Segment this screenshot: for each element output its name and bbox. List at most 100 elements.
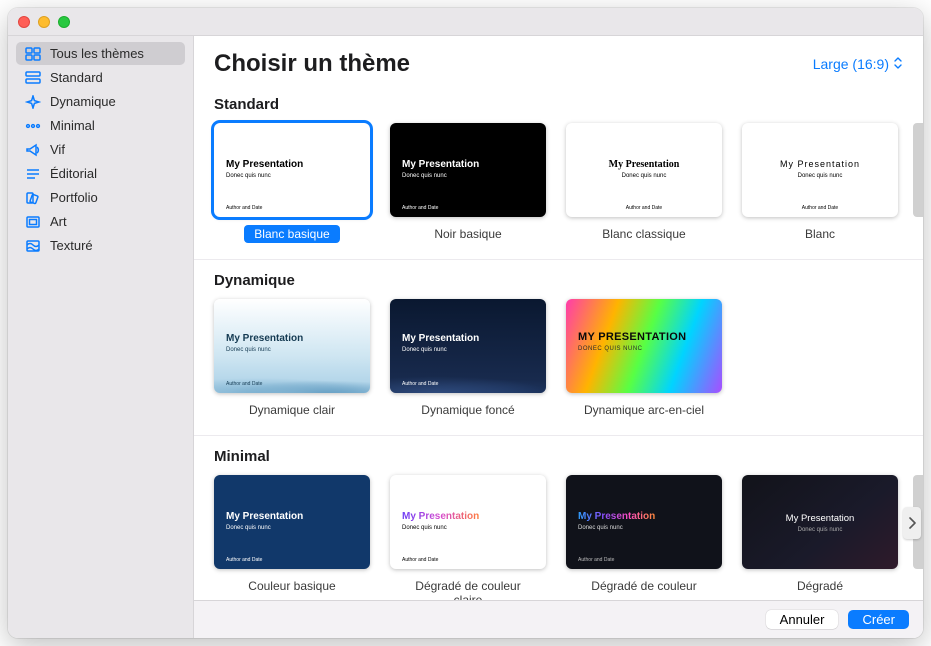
theme-thumbnail: My Presentation Donec quis nunc Author and… <box>390 299 546 393</box>
sidebar-item-label: Texturé <box>50 238 93 253</box>
thumb-subtitle: Donec quis nunc <box>226 347 271 353</box>
theme-caption: Blanc classique <box>592 225 695 243</box>
scroll-right-button[interactable] <box>903 507 921 539</box>
sidebar-item-label: Standard <box>50 70 103 85</box>
sidebar-item-tous-les-th-mes[interactable]: Tous les thèmes <box>16 42 185 65</box>
theme-thumbnail: My PresentationDonec quis nuncAuthor and… <box>566 123 722 217</box>
header: Choisir un thème Large (16:9) <box>194 36 923 84</box>
thumb-subtitle: Donec quis nunc <box>566 173 722 179</box>
chevron-right-icon <box>908 517 916 529</box>
theme-card[interactable]: My Presentation Donec quis nunc Dégradé <box>742 475 898 600</box>
theme-thumbnail: My Presentation Donec quis nunc Author and… <box>214 123 370 217</box>
thumb-footer: Author and Date <box>402 381 438 387</box>
thumb-footer: Author and Date <box>402 205 438 211</box>
thumb-title: My Presentation <box>402 511 479 522</box>
theme-card[interactable]: My Presentation Donec quis nunc Author and… <box>742 123 898 243</box>
sidebar-item-art[interactable]: Art <box>16 210 185 233</box>
sidebar-item--ditorial[interactable]: Éditorial <box>16 162 185 185</box>
thumb-title: My Presentation <box>578 511 655 522</box>
thumb-title: My Presentation <box>226 159 303 170</box>
titlebar[interactable] <box>8 8 923 36</box>
page-title: Choisir un thème <box>214 50 410 78</box>
section-divider <box>194 259 923 260</box>
theme-thumbnail: My Presentation Donec quis nunc <box>742 475 898 569</box>
theme-row: My Presentation Donec quis nunc Author and… <box>214 299 923 419</box>
thumb-subtitle: Donec quis nunc <box>742 173 898 179</box>
sidebar-item-vif[interactable]: Vif <box>16 138 185 161</box>
close-icon[interactable] <box>18 16 30 28</box>
sidebar-item-standard[interactable]: Standard <box>16 66 185 89</box>
section-title: Standard <box>214 96 923 113</box>
sidebar-item-textur-[interactable]: Texturé <box>16 234 185 257</box>
theme-caption: Couleur basique <box>238 577 345 595</box>
thumb-title: My Presentation <box>226 511 303 522</box>
theme-thumbnail: My Presentation Donec quis nunc Author and… <box>742 123 898 217</box>
theme-card[interactable]: My PresentationDonec quis nuncAuthor and… <box>566 475 722 600</box>
cancel-button[interactable]: Annuler <box>766 610 839 629</box>
theme-row: My Presentation Donec quis nunc Author and… <box>214 475 923 600</box>
thumb-title: My Presentation <box>402 159 479 170</box>
thumb-subtitle: Donec quis nunc <box>578 525 623 531</box>
theme-scroll-area[interactable]: Standard My Presentation Donec quis nunc Au… <box>194 84 923 600</box>
sparkle-icon <box>24 95 42 109</box>
sidebar-item-label: Tous les thèmes <box>50 46 144 61</box>
thumb-subtitle: Donec quis nunc <box>402 347 447 353</box>
theme-thumbnail: My Presentation Donec quis nunc Author and… <box>390 475 546 569</box>
partial-next-theme <box>913 123 923 217</box>
theme-card[interactable]: My Presentation Donec quis nunc Author and… <box>214 123 370 243</box>
theme-chooser-window: Tous les thèmes Standard Dynamique Minimal V… <box>8 8 923 638</box>
aspect-ratio-dropdown[interactable]: Large (16:9) <box>813 56 903 72</box>
sidebar-item-portfolio[interactable]: Portfolio <box>16 186 185 209</box>
theme-card[interactable]: My Presentation Donec quis nunc Author and… <box>390 475 546 600</box>
sidebar-item-minimal[interactable]: Minimal <box>16 114 185 137</box>
thumb-subtitle: DONEC QUIS NUNC <box>578 346 643 352</box>
sidebar-item-label: Éditorial <box>50 166 97 181</box>
theme-thumbnail: My PresentationDonec quis nuncAuthor and… <box>566 475 722 569</box>
theme-card[interactable]: My PresentationDonec quis nuncAuthor and… <box>566 123 722 243</box>
thumb-title: My Presentation <box>402 333 479 344</box>
theme-thumbnail: My PresentationDonec quis nuncAuthor and… <box>214 475 370 569</box>
thumb-footer: Author and Date <box>402 557 438 563</box>
thumb-subtitle: Donec quis nunc <box>402 525 447 531</box>
theme-caption: Dynamique arc-en-ciel <box>574 401 714 419</box>
thumb-title: My Presentation <box>226 333 303 344</box>
thumb-footer: Author and Date <box>742 205 898 211</box>
theme-thumbnail: My PresentationDonec quis nuncAuthor and… <box>214 299 370 393</box>
rows-icon <box>24 71 42 85</box>
sidebar-item-dynamique[interactable]: Dynamique <box>16 90 185 113</box>
theme-card[interactable]: MY PRESENTATION DONEC QUIS NUNC Dynamique … <box>566 299 722 419</box>
thumb-subtitle: Donec quis nunc <box>226 525 271 531</box>
theme-thumbnail: My Presentation Donec quis nunc Author and… <box>390 123 546 217</box>
create-button[interactable]: Créer <box>848 610 909 629</box>
theme-caption: Blanc basique <box>244 225 339 243</box>
thumb-subtitle: Donec quis nunc <box>402 173 447 179</box>
theme-thumbnail: MY PRESENTATION DONEC QUIS NUNC <box>566 299 722 393</box>
minimize-icon[interactable] <box>38 16 50 28</box>
thumb-subtitle: Donec quis nunc <box>226 173 271 179</box>
theme-caption: Noir basique <box>424 225 511 243</box>
main-panel: Choisir un thème Large (16:9) Standard My… <box>194 36 923 638</box>
theme-card[interactable]: My Presentation Donec quis nunc Author and… <box>390 123 546 243</box>
theme-card[interactable]: My Presentation Donec quis nunc Author and… <box>390 299 546 419</box>
section-title: Minimal <box>214 448 923 465</box>
theme-card[interactable]: My PresentationDonec quis nuncAuthor and… <box>214 299 370 419</box>
theme-row: My Presentation Donec quis nunc Author and… <box>214 123 923 243</box>
theme-caption: Dégradé de couleur <box>581 577 706 595</box>
thumb-title: My Presentation <box>742 513 898 524</box>
thumb-subtitle: Donec quis nunc <box>742 527 898 533</box>
sidebar: Tous les thèmes Standard Dynamique Minimal V… <box>8 36 194 638</box>
theme-card[interactable]: My PresentationDonec quis nuncAuthor and… <box>214 475 370 600</box>
zoom-icon[interactable] <box>58 16 70 28</box>
thumb-title: My Presentation <box>742 159 898 169</box>
theme-caption: Dégradé de couleur claire <box>390 577 546 600</box>
theme-caption: Blanc <box>795 225 845 243</box>
sidebar-item-label: Portfolio <box>50 190 98 205</box>
swatch-icon <box>24 191 42 205</box>
section-divider <box>194 435 923 436</box>
texture-icon <box>24 239 42 253</box>
thumb-title: MY PRESENTATION <box>578 331 686 343</box>
megaphone-icon <box>24 143 42 157</box>
theme-caption: Dégradé <box>787 577 853 595</box>
sidebar-item-label: Minimal <box>50 118 95 133</box>
thumb-footer: Author and Date <box>226 205 262 211</box>
